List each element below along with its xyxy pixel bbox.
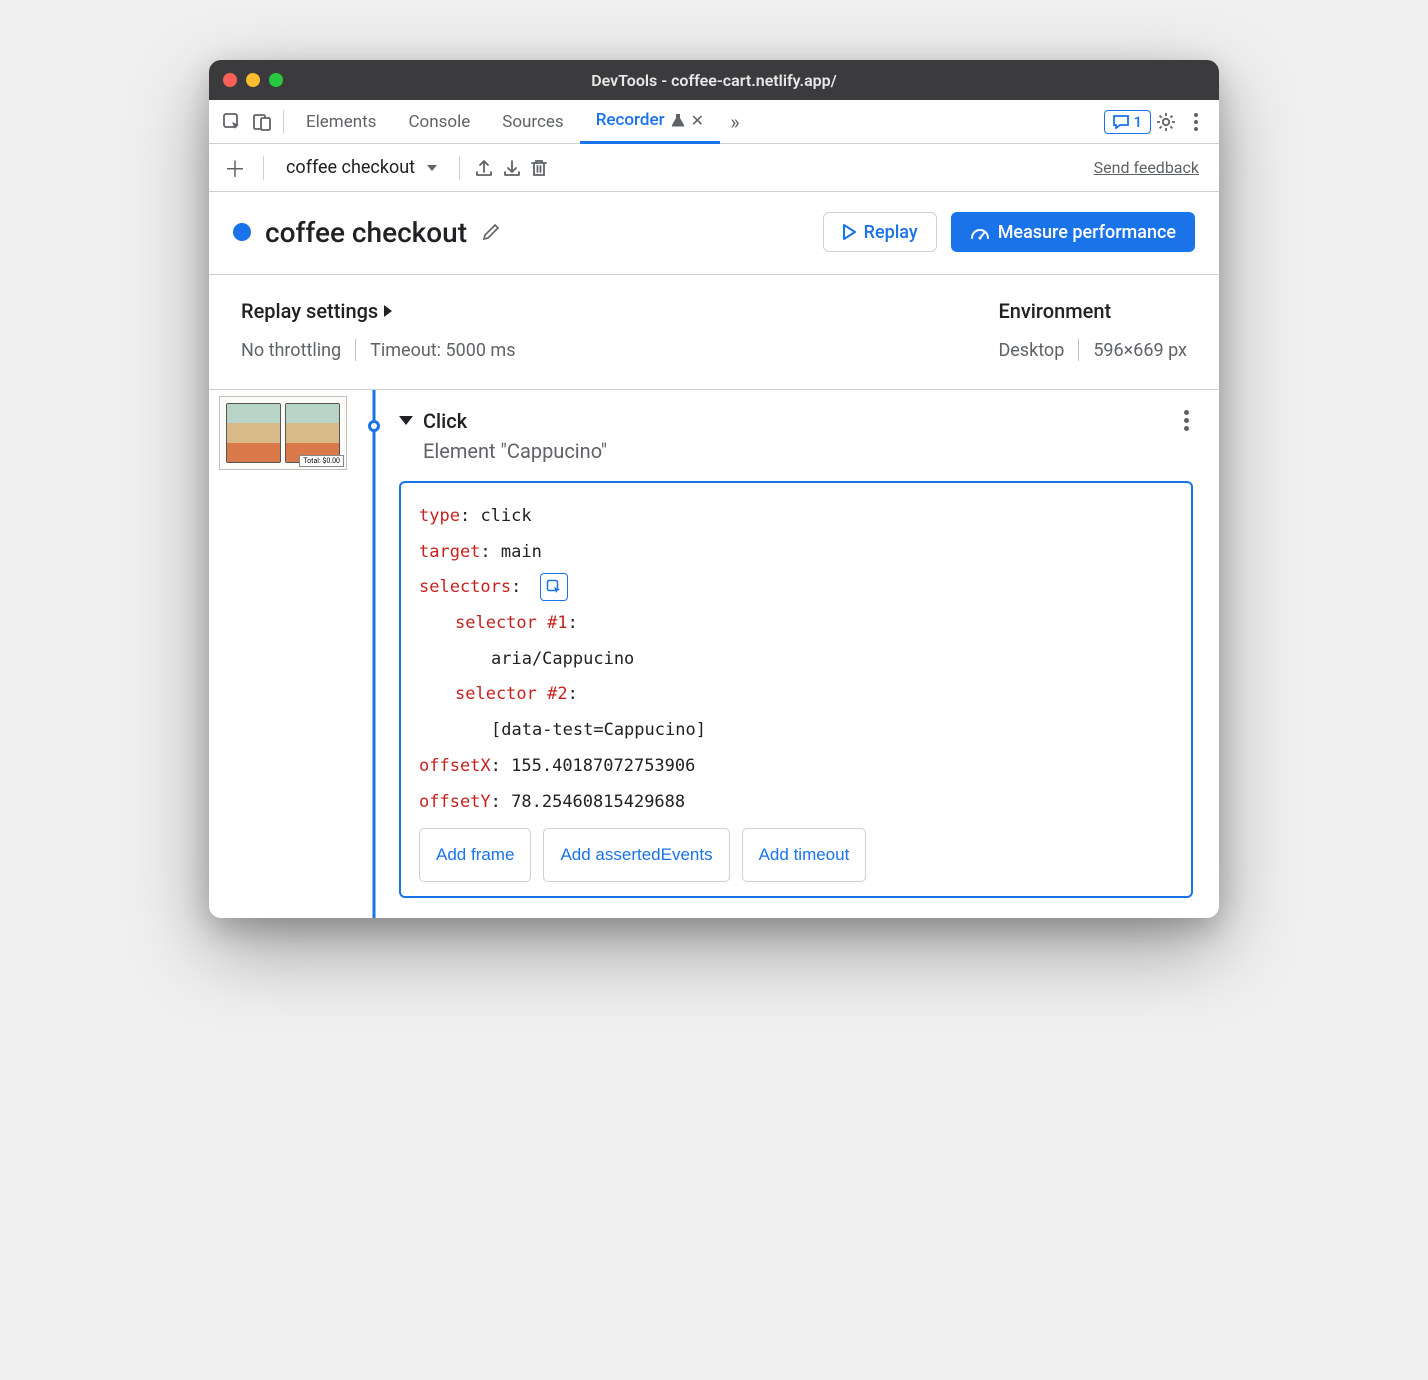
add-asserted-events-button[interactable]: Add assertedEvents bbox=[543, 828, 729, 882]
delete-icon[interactable] bbox=[530, 158, 548, 178]
offsety-value[interactable]: 78.25460815429688 bbox=[511, 792, 685, 812]
import-icon[interactable] bbox=[502, 158, 522, 178]
send-feedback-link[interactable]: Send feedback bbox=[1094, 158, 1199, 177]
devtools-window: DevTools - coffee-cart.netlify.app/ Elem… bbox=[209, 60, 1219, 918]
add-timeout-button[interactable]: Add timeout bbox=[742, 828, 867, 882]
separator bbox=[355, 339, 356, 361]
timeline-line bbox=[373, 390, 376, 918]
replay-settings-toggle[interactable]: Replay settings bbox=[241, 299, 516, 323]
timeout-value: Timeout: 5000 ms bbox=[370, 340, 515, 361]
thumbnail-price: Total: $0.00 bbox=[299, 455, 344, 467]
target-value[interactable]: main bbox=[501, 542, 542, 562]
selector-2-key: selector #2 bbox=[455, 684, 568, 704]
window-controls bbox=[223, 73, 283, 87]
dimensions-value: 596×669 px bbox=[1093, 340, 1187, 361]
collapse-icon bbox=[399, 416, 413, 425]
replay-button[interactable]: Replay bbox=[823, 212, 937, 252]
tab-recorder[interactable]: Recorder ✕ bbox=[580, 100, 720, 144]
measure-label: Measure performance bbox=[998, 222, 1176, 243]
inspect-icon[interactable] bbox=[217, 107, 247, 137]
close-window-button[interactable] bbox=[223, 73, 237, 87]
step-header[interactable]: Click bbox=[399, 406, 1193, 435]
throttling-value: No throttling bbox=[241, 340, 341, 361]
step-menu-icon[interactable] bbox=[1180, 406, 1193, 435]
step-json-editor[interactable]: type: click target: main selectors: sele… bbox=[399, 481, 1193, 898]
thumbnail-column: Total: $0.00 bbox=[209, 390, 359, 918]
tab-console[interactable]: Console bbox=[392, 100, 486, 144]
chevron-right-icon bbox=[384, 305, 392, 317]
step-thumbnail[interactable]: Total: $0.00 bbox=[219, 396, 347, 470]
export-icon[interactable] bbox=[474, 158, 494, 178]
recording-status-dot bbox=[233, 223, 251, 241]
recording-name: coffee checkout bbox=[286, 157, 415, 178]
separator bbox=[283, 110, 284, 134]
timeline bbox=[359, 390, 389, 918]
issues-badge[interactable]: 1 bbox=[1104, 110, 1151, 134]
environment-heading: Environment bbox=[998, 299, 1187, 323]
add-frame-button[interactable]: Add frame bbox=[419, 828, 531, 882]
device-value: Desktop bbox=[998, 340, 1064, 361]
step-subtitle: Element "Cappucino" bbox=[423, 439, 1193, 463]
offsetx-value[interactable]: 155.40187072753906 bbox=[511, 756, 695, 776]
selector-1-value[interactable]: aria/Cappucino bbox=[491, 649, 634, 669]
thumbnail-item bbox=[285, 403, 340, 463]
steps-panel: Total: $0.00 Click Element "Cappucino" t… bbox=[209, 390, 1219, 918]
new-recording-button[interactable]: ＋ bbox=[221, 152, 249, 184]
flask-icon bbox=[671, 113, 685, 127]
device-toggle-icon[interactable] bbox=[247, 107, 277, 137]
gauge-icon bbox=[970, 224, 990, 240]
selector-1-key: selector #1 bbox=[455, 613, 568, 633]
offsetx-key: offsetX bbox=[419, 756, 491, 776]
replay-settings-heading: Replay settings bbox=[241, 299, 378, 323]
play-icon bbox=[842, 224, 856, 240]
timeline-node bbox=[368, 420, 380, 432]
replay-settings: Replay settings No throttling Timeout: 5… bbox=[241, 299, 516, 361]
devtools-tabbar: Elements Console Sources Recorder ✕ » 1 bbox=[209, 100, 1219, 144]
titlebar: DevTools - coffee-cart.netlify.app/ bbox=[209, 60, 1219, 100]
thumbnail-item bbox=[226, 403, 281, 463]
target-key: target bbox=[419, 542, 480, 562]
type-key: type bbox=[419, 506, 460, 526]
settings-row: Replay settings No throttling Timeout: 5… bbox=[209, 275, 1219, 390]
tab-sources[interactable]: Sources bbox=[486, 100, 579, 144]
environment-settings: Environment Desktop 596×669 px bbox=[998, 299, 1187, 361]
add-buttons-row: Add frame Add assertedEvents Add timeout bbox=[419, 828, 1173, 882]
type-value[interactable]: click bbox=[480, 506, 531, 526]
kebab-menu-icon[interactable] bbox=[1181, 107, 1211, 137]
pick-selector-icon[interactable] bbox=[540, 573, 568, 601]
message-icon bbox=[1113, 115, 1129, 129]
offsety-key: offsetY bbox=[419, 792, 491, 812]
settings-gear-icon[interactable] bbox=[1151, 107, 1181, 137]
recording-header: coffee checkout Replay Measure performan… bbox=[209, 192, 1219, 275]
separator bbox=[459, 156, 460, 180]
more-tabs-icon[interactable]: » bbox=[720, 107, 750, 137]
step-details: Click Element "Cappucino" type: click ta… bbox=[389, 390, 1219, 918]
separator bbox=[263, 156, 264, 180]
close-tab-icon[interactable]: ✕ bbox=[691, 111, 704, 130]
maximize-window-button[interactable] bbox=[269, 73, 283, 87]
issues-count: 1 bbox=[1133, 113, 1142, 131]
tab-elements[interactable]: Elements bbox=[290, 100, 392, 144]
recording-select[interactable]: coffee checkout bbox=[278, 153, 445, 182]
step-title: Click bbox=[423, 409, 467, 433]
minimize-window-button[interactable] bbox=[246, 73, 260, 87]
measure-performance-button[interactable]: Measure performance bbox=[951, 212, 1195, 252]
window-title: DevTools - coffee-cart.netlify.app/ bbox=[209, 71, 1219, 90]
replay-label: Replay bbox=[864, 222, 918, 243]
selectors-key: selectors bbox=[419, 577, 511, 597]
tab-label: Recorder bbox=[596, 110, 665, 130]
selector-2-value[interactable]: [data-test=Cappucino] bbox=[491, 720, 706, 740]
edit-title-icon[interactable] bbox=[481, 222, 501, 242]
chevron-down-icon bbox=[427, 165, 437, 171]
recording-title: coffee checkout bbox=[265, 216, 467, 249]
recorder-toolbar: ＋ coffee checkout Send feedback bbox=[209, 144, 1219, 192]
separator bbox=[1078, 339, 1079, 361]
